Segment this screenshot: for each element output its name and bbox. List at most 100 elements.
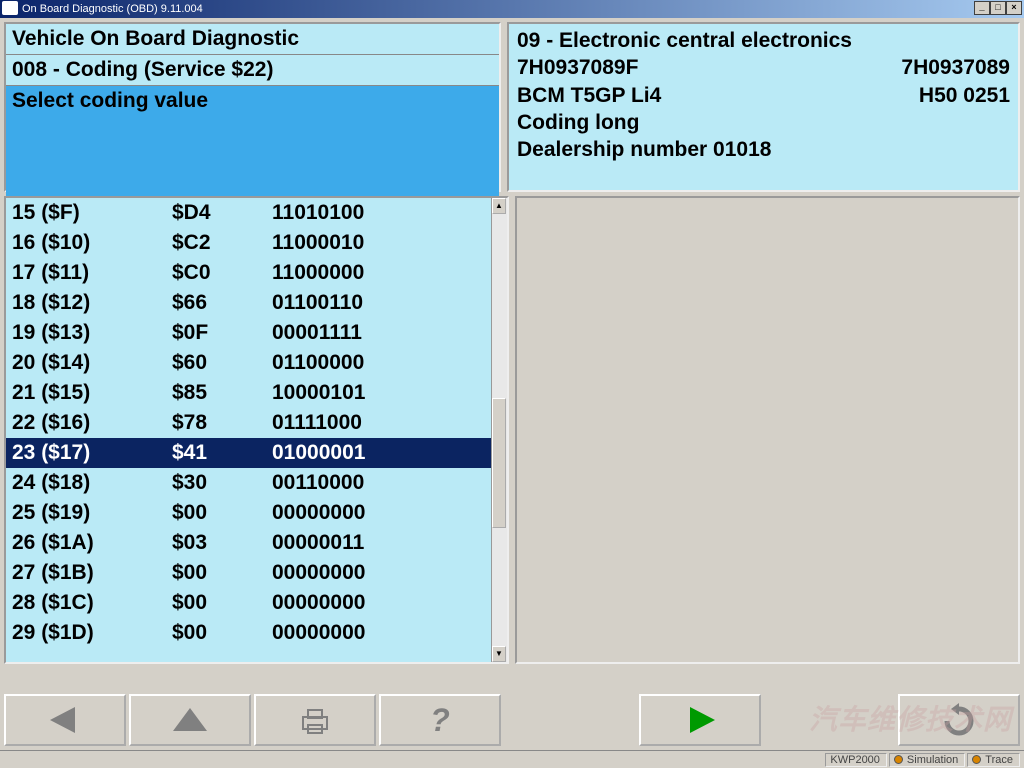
sw-version: H50 0251 (919, 82, 1010, 109)
byte-index: 26 ($1A) (12, 531, 172, 555)
coding-row[interactable]: 23 ($17)$4101000001 (6, 438, 491, 468)
status-simulation: Simulation (889, 753, 965, 767)
byte-bin: 01100110 (272, 291, 485, 315)
byte-index: 29 ($1D) (12, 621, 172, 645)
function-header-panel: Vehicle On Board Diagnostic 008 - Coding… (4, 22, 501, 192)
svg-text:?: ? (430, 703, 450, 737)
byte-bin: 10000101 (272, 381, 485, 405)
byte-hex: $60 (172, 351, 272, 375)
byte-bin: 01111000 (272, 411, 485, 435)
coding-list-panel: 15 ($F)$D41101010016 ($10)$C21100001017 … (4, 196, 509, 664)
question-icon: ? (420, 703, 460, 737)
scroll-down-button[interactable]: ▼ (492, 646, 506, 662)
status-dot-icon (894, 755, 903, 764)
back-button[interactable] (4, 694, 126, 746)
byte-index: 17 ($11) (12, 261, 172, 285)
toolbar: ? (0, 690, 1024, 750)
byte-hex: $00 (172, 621, 272, 645)
byte-hex: $0F (172, 321, 272, 345)
refresh-icon (939, 703, 979, 737)
part-number-1: 7H0937089F (517, 54, 638, 81)
scrollbar[interactable]: ▲ ▼ (491, 198, 507, 662)
byte-bin: 11010100 (272, 201, 485, 225)
dealership-number: Dealership number 01018 (517, 136, 1010, 163)
byte-index: 21 ($15) (12, 381, 172, 405)
coding-row[interactable]: 28 ($1C)$0000000000 (6, 588, 491, 618)
close-button[interactable]: × (1006, 1, 1022, 15)
byte-index: 28 ($1C) (12, 591, 172, 615)
coding-row[interactable]: 20 ($14)$6001100000 (6, 348, 491, 378)
byte-hex: $D4 (172, 201, 272, 225)
byte-hex: $41 (172, 441, 272, 465)
byte-hex: $85 (172, 381, 272, 405)
byte-index: 19 ($13) (12, 321, 172, 345)
byte-bin: 11000010 (272, 231, 485, 255)
byte-bin: 00000000 (272, 561, 485, 585)
byte-index: 27 ($1B) (12, 561, 172, 585)
component-name: BCM T5GP Li4 (517, 82, 661, 109)
byte-bin: 00000000 (272, 621, 485, 645)
coding-row[interactable]: 16 ($10)$C211000010 (6, 228, 491, 258)
byte-bin: 01000001 (272, 441, 485, 465)
byte-index: 25 ($19) (12, 501, 172, 525)
coding-type: Coding long (517, 109, 1010, 136)
ecu-info-panel: 09 - Electronic central electronics 7H09… (507, 22, 1020, 192)
arrow-right-icon (680, 705, 720, 735)
coding-row[interactable]: 19 ($13)$0F00001111 (6, 318, 491, 348)
byte-index: 24 ($18) (12, 471, 172, 495)
forward-button[interactable] (639, 694, 761, 746)
status-protocol: KWP2000 (825, 753, 887, 767)
coding-row[interactable]: 17 ($11)$C011000000 (6, 258, 491, 288)
up-button[interactable] (129, 694, 251, 746)
byte-hex: $00 (172, 591, 272, 615)
byte-hex: $30 (172, 471, 272, 495)
ecu-title: 09 - Electronic central electronics (517, 27, 1010, 54)
status-bar: KWP2000 Simulation Trace (0, 750, 1024, 768)
coding-row[interactable]: 18 ($12)$6601100110 (6, 288, 491, 318)
window-title: On Board Diagnostic (OBD) 9.11.004 (22, 3, 203, 15)
refresh-button[interactable] (898, 694, 1020, 746)
printer-icon (295, 705, 335, 735)
help-button[interactable]: ? (379, 694, 501, 746)
byte-bin: 00000011 (272, 531, 485, 555)
header-line-2: 008 - Coding (Service $22) (6, 55, 499, 86)
status-trace: Trace (967, 753, 1020, 767)
coding-list[interactable]: 15 ($F)$D41101010016 ($10)$C21100001017 … (6, 198, 491, 662)
byte-hex: $00 (172, 561, 272, 585)
arrow-up-icon (170, 705, 210, 735)
byte-index: 20 ($14) (12, 351, 172, 375)
app-icon (2, 1, 18, 15)
coding-row[interactable]: 25 ($19)$0000000000 (6, 498, 491, 528)
maximize-button[interactable]: □ (990, 1, 1006, 15)
byte-bin: 01100000 (272, 351, 485, 375)
byte-bin: 11000000 (272, 261, 485, 285)
print-button[interactable] (254, 694, 376, 746)
coding-row[interactable]: 24 ($18)$3000110000 (6, 468, 491, 498)
coding-row[interactable]: 21 ($15)$8510000101 (6, 378, 491, 408)
byte-index: 18 ($12) (12, 291, 172, 315)
coding-row[interactable]: 27 ($1B)$0000000000 (6, 558, 491, 588)
minimize-button[interactable]: _ (974, 1, 990, 15)
scroll-up-button[interactable]: ▲ (492, 198, 506, 214)
byte-hex: $C0 (172, 261, 272, 285)
byte-index: 16 ($10) (12, 231, 172, 255)
coding-row[interactable]: 29 ($1D)$0000000000 (6, 618, 491, 648)
byte-hex: $78 (172, 411, 272, 435)
coding-row[interactable]: 15 ($F)$D411010100 (6, 198, 491, 228)
byte-hex: $03 (172, 531, 272, 555)
coding-row[interactable]: 22 ($16)$7801111000 (6, 408, 491, 438)
coding-row[interactable]: 26 ($1A)$0300000011 (6, 528, 491, 558)
arrow-left-icon (45, 705, 85, 735)
byte-hex: $00 (172, 501, 272, 525)
byte-bin: 00110000 (272, 471, 485, 495)
scroll-thumb[interactable] (492, 398, 506, 528)
header-line-1: Vehicle On Board Diagnostic (6, 24, 499, 55)
byte-bin: 00001111 (272, 321, 485, 345)
byte-index: 22 ($16) (12, 411, 172, 435)
byte-index: 15 ($F) (12, 201, 172, 225)
byte-bin: 00000000 (272, 591, 485, 615)
byte-hex: $66 (172, 291, 272, 315)
detail-panel (515, 196, 1020, 664)
window-titlebar: On Board Diagnostic (OBD) 9.11.004 _ □ × (0, 0, 1024, 18)
part-number-2: 7H0937089 (901, 54, 1010, 81)
